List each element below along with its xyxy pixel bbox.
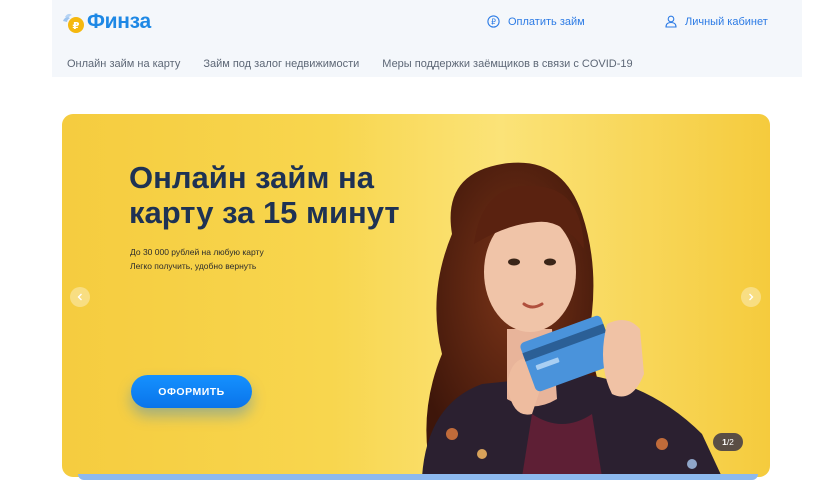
account-link[interactable]: Личный кабинет <box>665 15 768 28</box>
chevron-right-icon <box>749 293 754 301</box>
pay-loan-label: Оплатить займ <box>508 15 585 28</box>
subnav-item-property-loan[interactable]: Займ под залог недвижимости <box>203 58 359 70</box>
pay-loan-link[interactable]: ₽ Оплатить займ <box>487 15 585 28</box>
apply-button[interactable]: ОФОРМИТЬ <box>131 375 252 408</box>
coin-logo-icon: ₽ <box>62 11 84 33</box>
svg-text:₽: ₽ <box>491 17 496 26</box>
slide-counter: 1 /2 <box>713 433 743 451</box>
sub-navigation: Онлайн займ на карту Займ под залог недв… <box>67 58 633 70</box>
chevron-left-icon <box>77 293 82 301</box>
woman-with-card-illustration <box>422 162 722 477</box>
logo[interactable]: ₽ Финза <box>62 10 151 34</box>
hero-subtitle: До 30 000 рублей на любую карту Легко по… <box>130 245 264 273</box>
subnav-item-covid-support[interactable]: Меры поддержки заёмщиков в связи с COVID… <box>382 58 632 70</box>
ruble-circle-icon: ₽ <box>487 15 500 28</box>
hero-subtitle-line-2: Легко получить, удобно вернуть <box>130 261 257 271</box>
hero-shadow-strip <box>78 474 758 480</box>
subnav-item-online-loan[interactable]: Онлайн займ на карту <box>67 58 180 70</box>
slider-next-button[interactable] <box>741 287 761 307</box>
user-icon <box>665 15 677 28</box>
hero-title: Онлайн займ на карту за 15 минут <box>129 160 400 230</box>
logo-text: Финза <box>87 10 151 33</box>
hero-subtitle-line-1: До 30 000 рублей на любую карту <box>130 247 264 257</box>
account-label: Личный кабинет <box>685 15 768 28</box>
slider-prev-button[interactable] <box>70 287 90 307</box>
hero-banner: Онлайн займ на карту за 15 минут До 30 0… <box>62 114 770 477</box>
slide-total: /2 <box>726 437 734 447</box>
svg-text:₽: ₽ <box>73 21 80 32</box>
site-header: ₽ Финза ₽ Оплатить займ Личный кабинет О… <box>52 0 802 77</box>
